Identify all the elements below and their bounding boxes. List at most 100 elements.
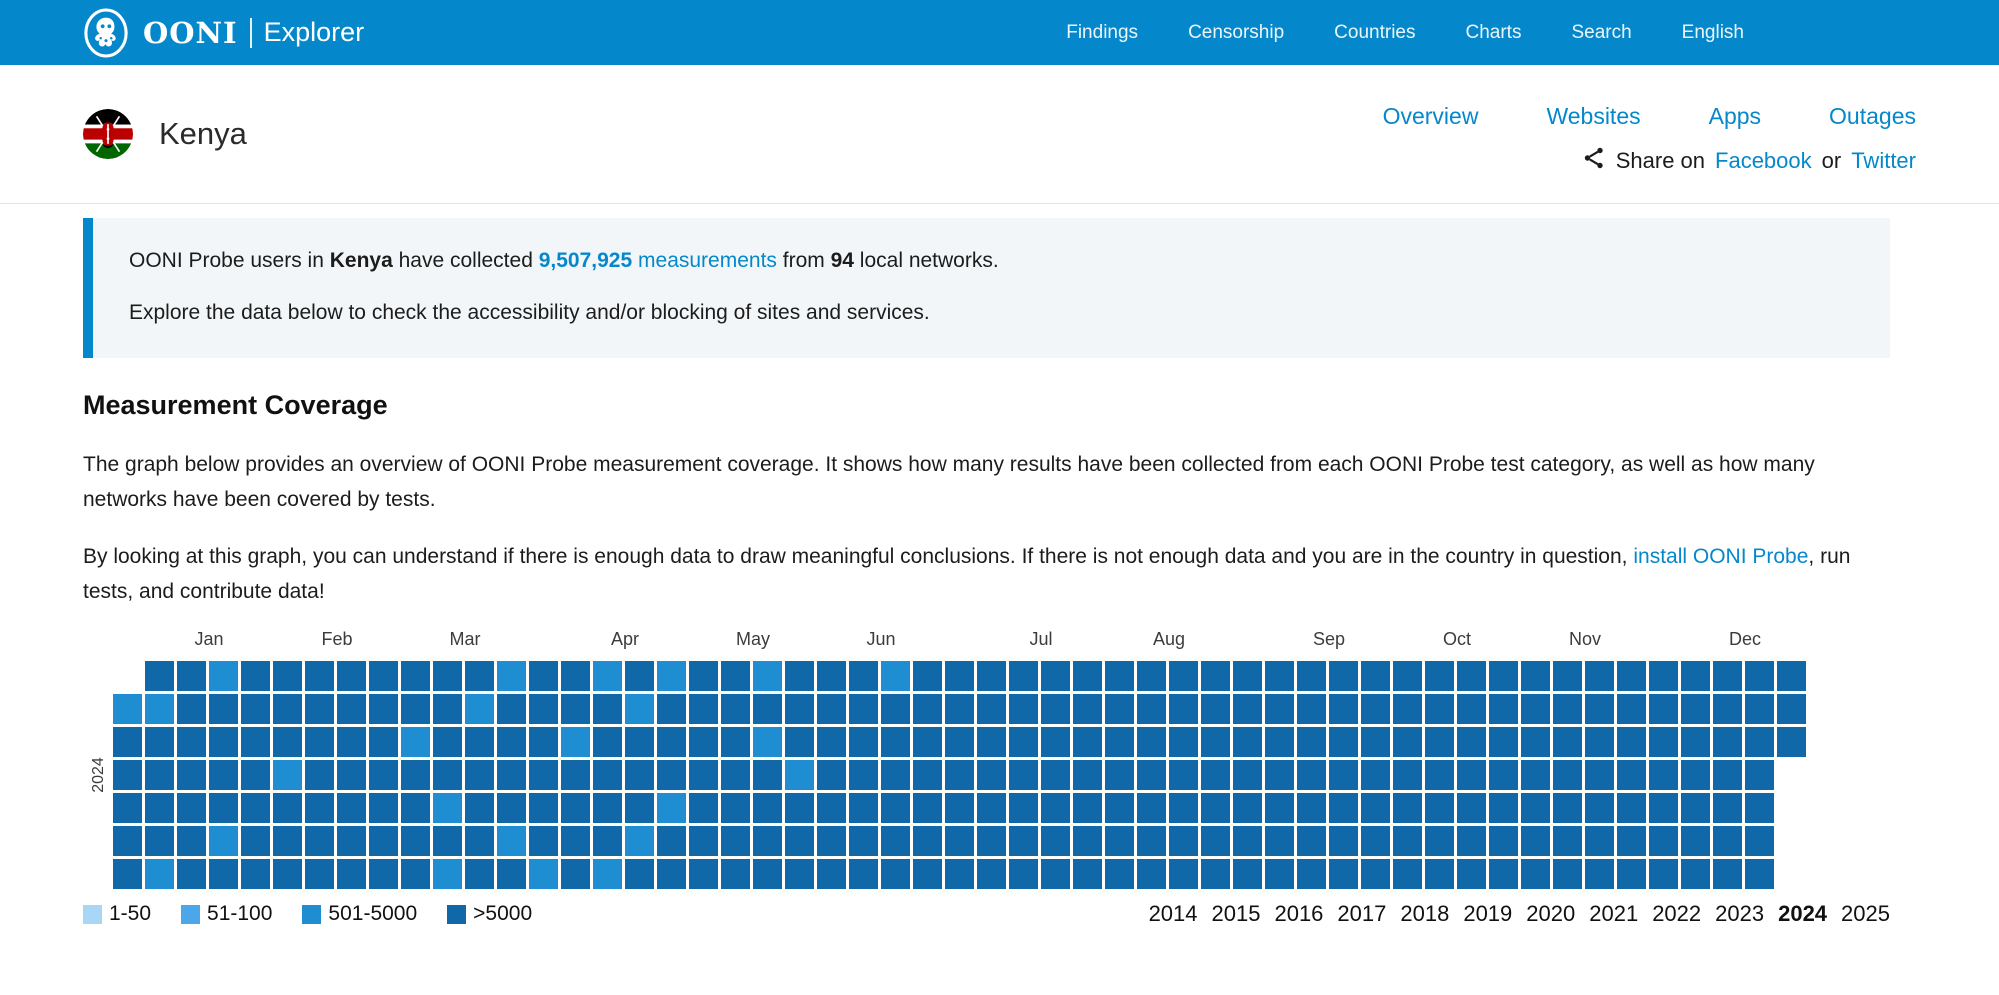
heatmap-cell[interactable] (1297, 694, 1326, 724)
heatmap-cell[interactable] (465, 859, 494, 889)
year-link-2024[interactable]: 2024 (1778, 901, 1827, 927)
heatmap-cell[interactable] (1137, 760, 1166, 790)
heatmap-cell[interactable] (849, 661, 878, 691)
heatmap-cell[interactable] (305, 760, 334, 790)
heatmap-cell[interactable] (817, 793, 846, 823)
heatmap-cell[interactable] (305, 793, 334, 823)
heatmap-cell[interactable] (1009, 727, 1038, 757)
heatmap-cell[interactable] (1713, 826, 1742, 856)
heatmap-cell[interactable] (337, 694, 366, 724)
heatmap-cell[interactable] (1649, 694, 1678, 724)
heatmap-cell[interactable] (913, 694, 942, 724)
heatmap-cell[interactable] (273, 727, 302, 757)
heatmap-cell[interactable] (689, 826, 718, 856)
heatmap-cell[interactable] (1681, 760, 1710, 790)
heatmap-cell[interactable] (945, 859, 974, 889)
heatmap-cell[interactable] (1713, 727, 1742, 757)
heatmap-cell[interactable] (145, 826, 174, 856)
heatmap-cell[interactable] (561, 826, 590, 856)
heatmap-cell[interactable] (753, 661, 782, 691)
heatmap-cell[interactable] (1329, 661, 1358, 691)
heatmap-cell[interactable] (689, 727, 718, 757)
heatmap-cell[interactable] (945, 694, 974, 724)
heatmap-cell[interactable] (1265, 727, 1294, 757)
heatmap-cell[interactable] (401, 793, 430, 823)
heatmap-cell[interactable] (273, 826, 302, 856)
heatmap-cell[interactable] (1073, 826, 1102, 856)
heatmap-cell[interactable] (529, 826, 558, 856)
heatmap-cell[interactable] (177, 661, 206, 691)
heatmap-cell[interactable] (1041, 760, 1070, 790)
heatmap-cell[interactable] (1553, 826, 1582, 856)
heatmap-cell[interactable] (1713, 661, 1742, 691)
year-link-2022[interactable]: 2022 (1652, 901, 1701, 927)
heatmap-cell[interactable] (1073, 694, 1102, 724)
heatmap-cell[interactable] (1009, 793, 1038, 823)
heatmap-cell[interactable] (241, 760, 270, 790)
heatmap-cell[interactable] (1425, 826, 1454, 856)
year-link-2023[interactable]: 2023 (1715, 901, 1764, 927)
heatmap-cell[interactable] (1425, 727, 1454, 757)
heatmap-cell[interactable] (1041, 727, 1070, 757)
share-twitter-link[interactable]: Twitter (1851, 148, 1916, 174)
heatmap-cell[interactable] (1329, 760, 1358, 790)
heatmap-cell[interactable] (529, 694, 558, 724)
heatmap-cell[interactable] (1521, 793, 1550, 823)
heatmap-cell[interactable] (1009, 760, 1038, 790)
heatmap-cell[interactable] (721, 826, 750, 856)
heatmap-cell[interactable] (721, 760, 750, 790)
heatmap-cell[interactable] (561, 661, 590, 691)
heatmap-cell[interactable] (625, 826, 654, 856)
heatmap-cell[interactable] (1393, 793, 1422, 823)
heatmap-cell[interactable] (305, 826, 334, 856)
nav-link-findings[interactable]: Findings (1066, 22, 1138, 44)
heatmap-cell[interactable] (1521, 727, 1550, 757)
heatmap-cell[interactable] (1233, 661, 1262, 691)
heatmap-cell[interactable] (1457, 826, 1486, 856)
heatmap-cell[interactable] (1169, 727, 1198, 757)
heatmap-cell[interactable] (1713, 793, 1742, 823)
heatmap-cell[interactable] (1585, 661, 1614, 691)
heatmap-cell[interactable] (209, 760, 238, 790)
heatmap-cell[interactable] (401, 694, 430, 724)
heatmap-cell[interactable] (1073, 760, 1102, 790)
heatmap-cell[interactable] (177, 859, 206, 889)
heatmap-cell[interactable] (1521, 661, 1550, 691)
heatmap-cell[interactable] (593, 793, 622, 823)
heatmap-cell[interactable] (785, 859, 814, 889)
heatmap-cell[interactable] (529, 760, 558, 790)
heatmap-cell[interactable] (1521, 826, 1550, 856)
heatmap-cell[interactable] (657, 859, 686, 889)
heatmap-cell[interactable] (1297, 859, 1326, 889)
heatmap-cell[interactable] (1137, 826, 1166, 856)
heatmap-cell[interactable] (1265, 694, 1294, 724)
heatmap-cell[interactable] (1393, 826, 1422, 856)
heatmap-cell[interactable] (1713, 760, 1742, 790)
heatmap-cell[interactable] (881, 826, 910, 856)
heatmap-cell[interactable] (497, 727, 526, 757)
heatmap-cell[interactable] (305, 859, 334, 889)
heatmap-cell[interactable] (1041, 859, 1070, 889)
heatmap-cell[interactable] (241, 694, 270, 724)
heatmap-cell[interactable] (1745, 793, 1774, 823)
heatmap-cell[interactable] (1009, 661, 1038, 691)
heatmap-cell[interactable] (1361, 760, 1390, 790)
heatmap-cell[interactable] (465, 661, 494, 691)
heatmap-cell[interactable] (657, 826, 686, 856)
heatmap-cell[interactable] (721, 661, 750, 691)
heatmap-cell[interactable] (1777, 694, 1806, 724)
heatmap-cell[interactable] (1457, 727, 1486, 757)
heatmap-cell[interactable] (945, 661, 974, 691)
heatmap-cell[interactable] (1681, 826, 1710, 856)
heatmap-cell[interactable] (721, 859, 750, 889)
heatmap-cell[interactable] (1169, 694, 1198, 724)
heatmap-cell[interactable] (465, 760, 494, 790)
heatmap-cell[interactable] (497, 859, 526, 889)
heatmap-cell[interactable] (1585, 859, 1614, 889)
heatmap-cell[interactable] (913, 760, 942, 790)
heatmap-cell[interactable] (1009, 694, 1038, 724)
heatmap-cell[interactable] (1201, 760, 1230, 790)
heatmap-cell[interactable] (145, 694, 174, 724)
heatmap-cell[interactable] (561, 760, 590, 790)
heatmap-cell[interactable] (689, 859, 718, 889)
